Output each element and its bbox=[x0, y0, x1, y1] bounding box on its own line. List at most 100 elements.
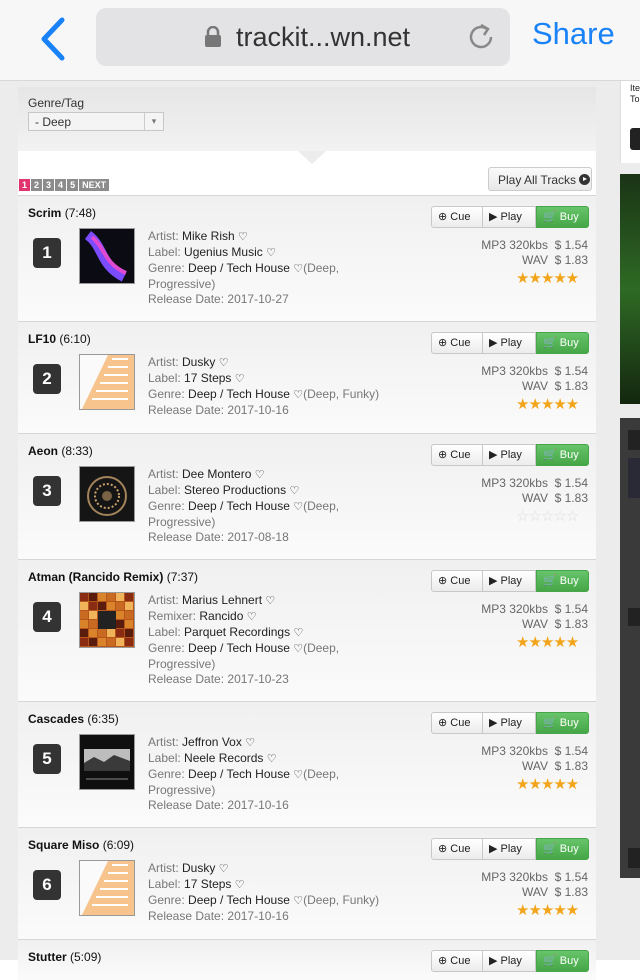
cue-button[interactable]: ⊕ Cue bbox=[431, 444, 483, 466]
star-rating[interactable]: ★★★★★ bbox=[516, 775, 579, 793]
track-title-line[interactable]: Cascades (6:35) bbox=[28, 712, 119, 726]
artist-name[interactable]: Mike Rish bbox=[182, 229, 235, 243]
artist-name[interactable]: Jeffron Vox bbox=[182, 735, 242, 749]
play-button[interactable]: ▶ Play bbox=[483, 712, 536, 734]
album-art[interactable] bbox=[79, 354, 135, 410]
track-title: Cascades bbox=[28, 712, 85, 726]
heart-icon[interactable]: ♡ bbox=[265, 595, 275, 607]
page-link-4[interactable]: 4 bbox=[55, 179, 67, 191]
heart-icon[interactable]: ♡ bbox=[293, 627, 303, 639]
buy-button[interactable]: 🛒 Buy bbox=[536, 444, 589, 466]
genre-name[interactable]: Deep / Tech House bbox=[188, 893, 290, 907]
star-rating[interactable]: ★★★★★ bbox=[516, 269, 579, 287]
cue-button[interactable]: ⊕ Cue bbox=[431, 712, 483, 734]
heart-icon[interactable]: ♡ bbox=[293, 501, 303, 513]
star-rating[interactable]: ★★★★★ bbox=[516, 633, 579, 651]
release-date: 2017-10-27 bbox=[227, 292, 289, 306]
heart-icon[interactable]: ♡ bbox=[219, 357, 229, 369]
share-button[interactable]: Share bbox=[532, 16, 615, 52]
genre-name[interactable]: Deep / Tech House bbox=[188, 767, 290, 781]
back-chevron-icon[interactable] bbox=[34, 14, 74, 64]
page-link-5[interactable]: 5 bbox=[67, 179, 79, 191]
cue-button[interactable]: ⊕ Cue bbox=[431, 838, 483, 860]
buy-button[interactable]: 🛒 Buy bbox=[536, 332, 589, 354]
track-title-line[interactable]: Aeon (8:33) bbox=[28, 444, 93, 458]
album-art[interactable] bbox=[79, 592, 135, 648]
release-date-label: Release Date: bbox=[148, 909, 225, 923]
album-art[interactable] bbox=[79, 860, 135, 916]
buy-label: Buy bbox=[559, 955, 579, 967]
genre-name[interactable]: Deep / Tech House bbox=[188, 641, 290, 655]
artist-name[interactable]: Dee Montero bbox=[182, 467, 251, 481]
artist-name[interactable]: Marius Lehnert bbox=[182, 593, 262, 607]
track-title-line[interactable]: Square Miso (6:09) bbox=[28, 838, 134, 852]
buy-button[interactable]: 🛒 Buy bbox=[536, 838, 589, 860]
play-all-button[interactable]: Play All Tracks bbox=[488, 167, 592, 191]
remixer-name[interactable]: Rancido bbox=[199, 609, 243, 623]
buy-button[interactable]: 🛒 Buy bbox=[536, 206, 589, 228]
heart-icon[interactable]: ♡ bbox=[293, 263, 303, 275]
page-link-2[interactable]: 2 bbox=[31, 179, 43, 191]
buy-button[interactable]: 🛒 Buy bbox=[536, 570, 589, 592]
genre-name[interactable]: Deep / Tech House bbox=[188, 499, 290, 513]
wav-price: $ 1.83 bbox=[554, 885, 588, 899]
heart-icon[interactable]: ♡ bbox=[293, 769, 303, 781]
album-art[interactable] bbox=[79, 734, 135, 790]
record-label[interactable]: Stereo Productions bbox=[184, 483, 286, 497]
track-actions: ⊕ Cue ▶ Play 🛒 Buy bbox=[431, 444, 589, 466]
heart-icon[interactable]: ♡ bbox=[247, 611, 257, 623]
page-link-1[interactable]: 1 bbox=[19, 179, 31, 191]
heart-icon[interactable]: ♡ bbox=[293, 895, 303, 907]
play-button[interactable]: ▶ Play bbox=[483, 838, 536, 860]
heart-icon[interactable]: ♡ bbox=[245, 737, 255, 749]
heart-icon[interactable]: ♡ bbox=[293, 643, 303, 655]
heart-icon[interactable]: ♡ bbox=[255, 469, 265, 481]
heart-icon[interactable]: ♡ bbox=[235, 373, 245, 385]
artist-name[interactable]: Dusky bbox=[182, 861, 215, 875]
track-title-line[interactable]: LF10 (6:10) bbox=[28, 332, 91, 346]
play-button[interactable]: ▶ Play bbox=[483, 206, 536, 228]
star-rating[interactable]: ★★★★★ bbox=[516, 395, 579, 413]
play-button[interactable]: ▶ Play bbox=[483, 444, 536, 466]
cue-button[interactable]: ⊕ Cue bbox=[431, 570, 483, 592]
record-label[interactable]: Neele Records bbox=[184, 751, 263, 765]
buy-button[interactable]: 🛒 Buy bbox=[536, 950, 589, 972]
play-button[interactable]: ▶ Play bbox=[483, 570, 536, 592]
record-label[interactable]: 17 Steps bbox=[184, 371, 231, 385]
page-next[interactable]: NEXT bbox=[79, 179, 110, 191]
cue-button[interactable]: ⊕ Cue bbox=[431, 332, 483, 354]
record-label[interactable]: Ugenius Music bbox=[184, 245, 263, 259]
album-art[interactable] bbox=[79, 466, 135, 522]
track-meta: Artist: Marius Lehnert ♡ Remixer: Rancido… bbox=[148, 593, 388, 687]
address-bar[interactable]: trackit...wn.net bbox=[96, 8, 510, 66]
artist-name[interactable]: Dusky bbox=[182, 355, 215, 369]
heart-icon[interactable]: ♡ bbox=[235, 879, 245, 891]
play-icon: ▶ bbox=[489, 717, 498, 729]
play-button[interactable]: ▶ Play bbox=[483, 950, 536, 972]
heart-icon[interactable]: ♡ bbox=[238, 231, 248, 243]
heart-icon[interactable]: ♡ bbox=[267, 753, 277, 765]
side-button[interactable] bbox=[630, 128, 640, 150]
reload-icon[interactable] bbox=[464, 20, 498, 54]
heart-icon[interactable]: ♡ bbox=[219, 863, 229, 875]
album-art[interactable] bbox=[79, 228, 135, 284]
cue-button[interactable]: ⊕ Cue bbox=[431, 950, 483, 972]
page-link-3[interactable]: 3 bbox=[43, 179, 55, 191]
record-label[interactable]: 17 Steps bbox=[184, 877, 231, 891]
heart-icon[interactable]: ♡ bbox=[289, 485, 299, 497]
genre-select[interactable]: - Deep ▾ bbox=[28, 112, 164, 131]
track-title-line[interactable]: Scrim (7:48) bbox=[28, 206, 96, 220]
heart-icon[interactable]: ♡ bbox=[266, 247, 276, 259]
cue-button[interactable]: ⊕ Cue bbox=[431, 206, 483, 228]
play-button[interactable]: ▶ Play bbox=[483, 332, 536, 354]
track-title-line[interactable]: Stutter (5:09) bbox=[28, 950, 101, 964]
genre-name[interactable]: Deep / Tech House bbox=[188, 261, 290, 275]
side-panel: Ite To bbox=[620, 81, 640, 163]
star-rating[interactable]: ☆☆☆☆☆ bbox=[516, 507, 579, 525]
buy-button[interactable]: 🛒 Buy bbox=[536, 712, 589, 734]
record-label[interactable]: Parquet Recordings bbox=[184, 625, 290, 639]
star-rating[interactable]: ★★★★★ bbox=[516, 901, 579, 919]
track-title-line[interactable]: Atman (Rancido Remix) (7:37) bbox=[28, 570, 198, 584]
genre-name[interactable]: Deep / Tech House bbox=[188, 387, 290, 401]
heart-icon[interactable]: ♡ bbox=[293, 389, 303, 401]
